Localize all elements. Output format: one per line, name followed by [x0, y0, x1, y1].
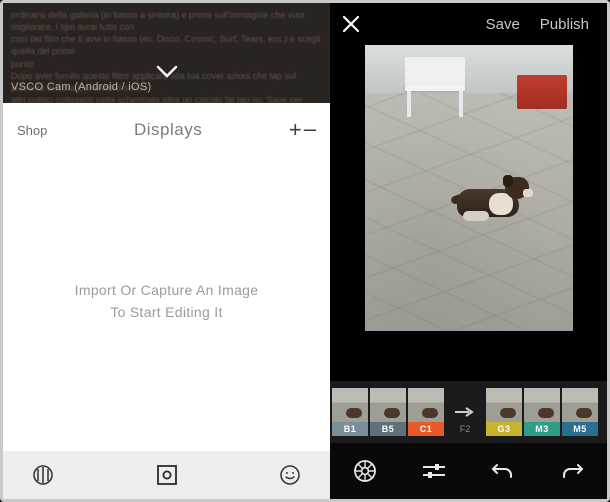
filter-label: B1 [332, 422, 368, 436]
editor-toolbar [330, 443, 607, 499]
editor-pane: Save Publish B1B5C1 F2 G [330, 3, 607, 499]
filter-thumb-m3[interactable]: M3 [524, 388, 560, 436]
separator-label: F2 [460, 424, 471, 434]
editor-topbar: Save Publish [330, 3, 607, 45]
import-button[interactable]: +– [289, 117, 316, 143]
empty-line-1: Import Or Capture An Image [75, 279, 259, 301]
filter-strip[interactable]: B1B5C1 F2 G3M3M5 [330, 381, 607, 443]
filter-thumb-b5[interactable]: B5 [370, 388, 406, 436]
save-button[interactable]: Save [480, 12, 526, 37]
close-icon[interactable] [336, 9, 366, 39]
camera-icon[interactable] [151, 459, 183, 491]
redo-icon[interactable] [551, 450, 593, 492]
filter-label: M5 [562, 422, 598, 436]
edited-photo[interactable] [365, 45, 573, 331]
filter-label: B5 [370, 422, 406, 436]
photo-red-object [517, 75, 567, 109]
adjust-icon[interactable] [413, 450, 455, 492]
canvas-area [330, 45, 607, 381]
photo-dog [447, 175, 533, 227]
shop-link[interactable]: Shop [17, 123, 47, 138]
bg-text: così dei film che ti avvi in basso (ex. … [11, 34, 320, 56]
filter-thumb-b1[interactable]: B1 [332, 388, 368, 436]
chevron-down-icon[interactable] [156, 65, 178, 79]
article-heading: VSCO Cam (Android / iOS) [11, 80, 151, 95]
vsco-left-pane: ordinarsi della galleria (in basso a sin… [3, 3, 330, 499]
empty-library: Import Or Capture An Image To Start Edit… [3, 151, 330, 451]
profile-icon[interactable] [274, 459, 306, 491]
filter-thumb-c1[interactable]: C1 [408, 388, 444, 436]
bg-text: altri pulisci colleganti nella schermata… [11, 95, 303, 103]
empty-line-2: To Start Editing It [75, 301, 259, 323]
filter-label: M3 [524, 422, 560, 436]
filter-thumb-m5[interactable]: M5 [562, 388, 598, 436]
publish-button[interactable]: Publish [534, 12, 595, 37]
display-mode-label[interactable]: Displays [134, 120, 202, 140]
library-icon[interactable] [27, 459, 59, 491]
photo-chair [399, 55, 471, 119]
plus-icon: + [289, 117, 302, 143]
filter-thumb-g3[interactable]: G3 [486, 388, 522, 436]
bottom-toolbar [3, 451, 330, 499]
presets-icon[interactable] [344, 450, 386, 492]
background-article-overlay: ordinarsi della galleria (in basso a sin… [3, 3, 330, 103]
library-header: Shop Displays +– [3, 103, 330, 151]
filter-label: C1 [408, 422, 444, 436]
bg-text: ordinarsi della galleria (in basso a sin… [11, 10, 304, 32]
filter-label: G3 [486, 422, 522, 436]
minus-icon: – [304, 116, 316, 142]
filter-separator[interactable]: F2 [444, 405, 486, 419]
undo-icon[interactable] [482, 450, 524, 492]
bg-text: punto. [11, 59, 36, 69]
